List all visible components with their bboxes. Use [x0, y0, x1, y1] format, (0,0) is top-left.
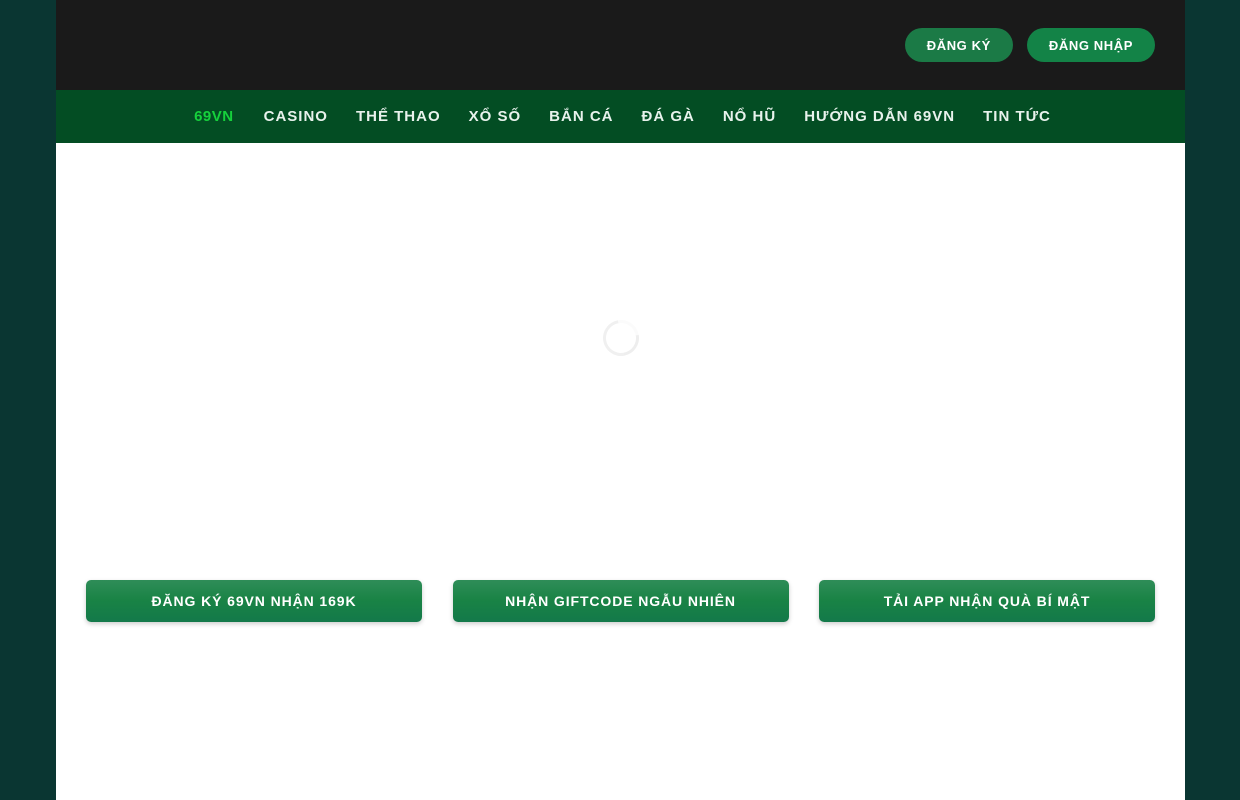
- top-header-bar: ĐĂNG KÝ ĐĂNG NHẬP: [56, 0, 1185, 90]
- nav-item-da-ga[interactable]: ĐÁ GÀ: [628, 90, 709, 143]
- loading-spinner-icon: [595, 312, 646, 364]
- cta-giftcode-button[interactable]: NHẬN GIFTCODE NGẪU NHIÊN: [452, 580, 789, 622]
- nav-item-brand-69vn[interactable]: 69VN: [176, 90, 250, 143]
- loading-indicator-wrapper: [56, 312, 1185, 364]
- auth-button-group: ĐĂNG KÝ ĐĂNG NHẬP: [904, 28, 1155, 62]
- cta-button-row: ĐĂNG KÝ 69VN NHẬN 169K NHẬN GIFTCODE NGẪ…: [86, 580, 1155, 622]
- nav-item-the-thao[interactable]: THỂ THAO: [342, 90, 455, 143]
- cta-download-app-button[interactable]: TẢI APP NHẬN QUÀ BÍ MẬT: [819, 580, 1155, 622]
- nav-item-tin-tuc[interactable]: TIN TỨC: [969, 90, 1065, 143]
- main-content-area: ĐĂNG KÝ 69VN NHẬN 169K NHẬN GIFTCODE NGẪ…: [56, 143, 1185, 800]
- register-button[interactable]: ĐĂNG KÝ: [904, 28, 1013, 62]
- page-container: ĐĂNG KÝ ĐĂNG NHẬP 69VN CASINO THỂ THAO X…: [56, 0, 1185, 800]
- nav-item-ban-ca[interactable]: BẮN CÁ: [535, 90, 627, 143]
- login-button[interactable]: ĐĂNG NHẬP: [1026, 28, 1155, 62]
- nav-item-no-hu[interactable]: NỔ HŨ: [709, 90, 790, 143]
- cta-register-bonus-button[interactable]: ĐĂNG KÝ 69VN NHẬN 169K: [86, 580, 422, 622]
- nav-item-xo-so[interactable]: XỔ SỐ: [455, 90, 536, 143]
- nav-item-casino[interactable]: CASINO: [250, 90, 342, 143]
- main-navigation: 69VN CASINO THỂ THAO XỔ SỐ BẮN CÁ ĐÁ GÀ …: [56, 90, 1185, 143]
- nav-item-huong-dan-69vn[interactable]: HƯỚNG DẪN 69VN: [790, 90, 969, 143]
